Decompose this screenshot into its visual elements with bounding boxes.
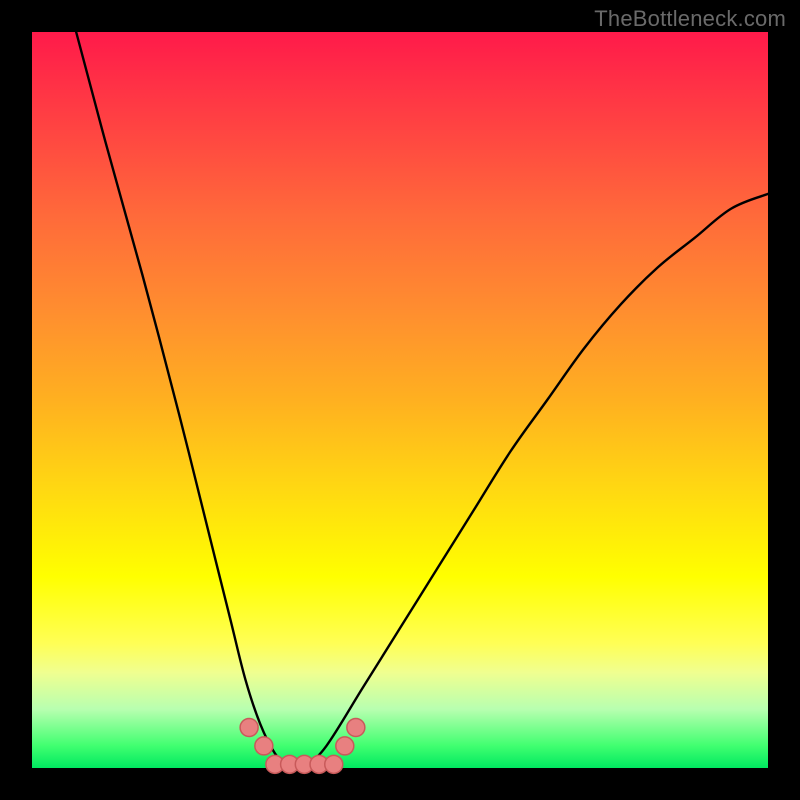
left-curve xyxy=(76,32,304,769)
marker-dot xyxy=(240,719,258,737)
watermark-label: TheBottleneck.com xyxy=(594,6,786,32)
marker-dot xyxy=(347,719,365,737)
bottom-markers xyxy=(240,719,365,774)
chart-frame: TheBottleneck.com xyxy=(0,0,800,800)
plot-area xyxy=(32,32,768,768)
curve-layer xyxy=(32,32,768,768)
marker-dot xyxy=(336,737,354,755)
marker-dot xyxy=(255,737,273,755)
marker-dot xyxy=(325,755,343,773)
right-curve xyxy=(304,194,768,768)
